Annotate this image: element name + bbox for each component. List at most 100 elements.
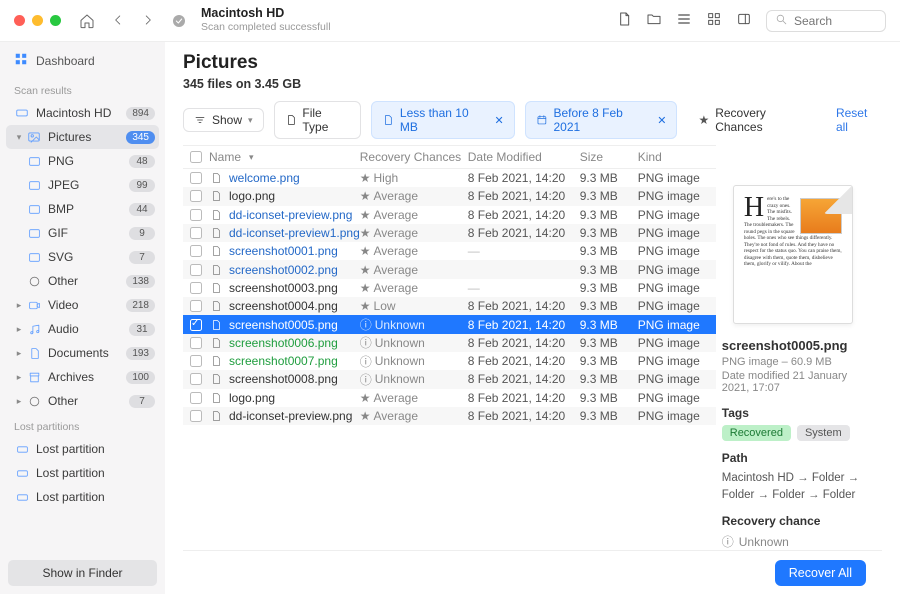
- menu-lines-icon: [194, 114, 206, 126]
- other-icon: [26, 273, 42, 289]
- table-row[interactable]: screenshot0001.png★Average—9.3 MBPNG ima…: [183, 242, 716, 260]
- row-checkbox[interactable]: [190, 190, 202, 202]
- row-checkbox[interactable]: [190, 319, 202, 331]
- sidebar-item-audio[interactable]: ▸Audio31: [0, 317, 165, 341]
- star-icon: ★: [360, 244, 371, 258]
- filter-date-chip[interactable]: Before 8 Feb 2021 ✕: [525, 101, 678, 139]
- sidebar-item-video[interactable]: ▸Video218: [0, 293, 165, 317]
- table-row[interactable]: screenshot0005.pngⓘUnknown8 Feb 2021, 14…: [183, 315, 716, 333]
- sidebar-item-other2[interactable]: ▸Other7: [0, 389, 165, 413]
- panel-toggle-icon[interactable]: [736, 11, 752, 30]
- show-dropdown[interactable]: Show ▾: [183, 108, 264, 132]
- row-checkbox[interactable]: [190, 410, 202, 422]
- recovery-chance: ★Average: [360, 391, 468, 405]
- table-row[interactable]: screenshot0006.pngⓘUnknown8 Feb 2021, 14…: [183, 334, 716, 352]
- file-icon: [209, 263, 223, 277]
- table-row[interactable]: screenshot0004.png★Low8 Feb 2021, 14:209…: [183, 297, 716, 315]
- date-modified: 8 Feb 2021, 14:20: [468, 299, 580, 313]
- home-icon[interactable]: [79, 13, 95, 29]
- row-checkbox[interactable]: [190, 172, 202, 184]
- close-window-icon[interactable]: [14, 15, 25, 26]
- col-kind[interactable]: Kind: [638, 150, 716, 164]
- row-checkbox[interactable]: [190, 227, 202, 239]
- back-icon[interactable]: [111, 13, 125, 29]
- star-icon: ★: [360, 281, 371, 295]
- row-checkbox[interactable]: [190, 282, 202, 294]
- sidebar-item-jpeg[interactable]: JPEG99: [0, 173, 165, 197]
- video-icon: [26, 297, 42, 313]
- file-icon: [209, 354, 223, 368]
- remove-filter-icon[interactable]: ✕: [494, 114, 503, 127]
- table-row[interactable]: dd-iconset-preview.png★Average8 Feb 2021…: [183, 407, 716, 425]
- sidebar-item-gif[interactable]: GIF9: [0, 221, 165, 245]
- sidebar-lost-2[interactable]: Lost partition: [0, 461, 165, 485]
- tag-recovered: Recovered: [722, 425, 791, 441]
- select-all-checkbox[interactable]: [190, 151, 202, 163]
- list-view-icon[interactable]: [676, 11, 692, 30]
- minimize-window-icon[interactable]: [32, 15, 43, 26]
- search-input[interactable]: [794, 14, 877, 28]
- table-row[interactable]: welcome.png★High8 Feb 2021, 14:209.3 MBP…: [183, 169, 716, 187]
- file-size: 9.3 MB: [580, 299, 638, 313]
- filter-size-chip[interactable]: Less than 10 MB ✕: [371, 101, 515, 139]
- col-size[interactable]: Size: [580, 150, 638, 164]
- chevron-right-icon[interactable]: ▸: [14, 324, 24, 335]
- table-row[interactable]: screenshot0003.png★Average—9.3 MBPNG ima…: [183, 279, 716, 297]
- dashboard-link[interactable]: Dashboard: [0, 50, 165, 77]
- row-checkbox[interactable]: [190, 264, 202, 276]
- table-row[interactable]: dd-iconset-preview1.png★Average8 Feb 202…: [183, 224, 716, 242]
- sidebar-item-other[interactable]: Other138: [0, 269, 165, 293]
- sidebar-item-bmp[interactable]: BMP44: [0, 197, 165, 221]
- reset-all-link[interactable]: Reset all: [836, 106, 882, 134]
- col-recovery[interactable]: Recovery Chances: [360, 150, 468, 164]
- table-row[interactable]: logo.png★Average8 Feb 2021, 14:209.3 MBP…: [183, 389, 716, 407]
- row-checkbox[interactable]: [190, 337, 202, 349]
- table-row[interactable]: screenshot0002.png★Average9.3 MBPNG imag…: [183, 260, 716, 278]
- chevron-right-icon[interactable]: ▸: [14, 372, 24, 383]
- file-kind: PNG image: [638, 226, 716, 240]
- filter-recovery-chances[interactable]: ★ Recovery Chances: [687, 101, 826, 139]
- folder-icon[interactable]: [646, 11, 662, 30]
- sidebar-item-svg[interactable]: SVG7: [0, 245, 165, 269]
- table-row[interactable]: screenshot0007.pngⓘUnknown8 Feb 2021, 14…: [183, 352, 716, 370]
- sidebar-lost-3[interactable]: Lost partition: [0, 485, 165, 509]
- window-controls[interactable]: [14, 15, 61, 26]
- row-checkbox[interactable]: [190, 392, 202, 404]
- forward-icon[interactable]: [141, 13, 155, 29]
- sidebar-item-archives[interactable]: ▸Archives100: [0, 365, 165, 389]
- col-name[interactable]: Name▾: [209, 150, 360, 164]
- recover-all-button[interactable]: Recover All: [775, 560, 866, 586]
- date-modified: 8 Feb 2021, 14:20: [468, 318, 580, 332]
- sidebar-item-documents[interactable]: ▸Documents193: [0, 341, 165, 365]
- table-row[interactable]: logo.png★Average8 Feb 2021, 14:209.3 MBP…: [183, 187, 716, 205]
- col-date[interactable]: Date Modified: [468, 150, 580, 164]
- chevron-right-icon[interactable]: ▸: [14, 300, 24, 311]
- chevron-right-icon[interactable]: ▸: [14, 396, 24, 407]
- maximize-window-icon[interactable]: [50, 15, 61, 26]
- sidebar-item-png[interactable]: PNG48: [0, 149, 165, 173]
- chevron-down-icon[interactable]: ▾: [14, 132, 24, 143]
- row-checkbox[interactable]: [190, 355, 202, 367]
- filter-filetype[interactable]: File Type: [274, 101, 362, 139]
- header-disk-name: Macintosh HD: [201, 7, 331, 21]
- scan-complete-icon: [171, 13, 187, 29]
- row-checkbox[interactable]: [190, 245, 202, 257]
- row-checkbox[interactable]: [190, 209, 202, 221]
- table-row[interactable]: screenshot0008.pngⓘUnknown8 Feb 2021, 14…: [183, 370, 716, 388]
- file-size: 9.3 MB: [580, 391, 638, 405]
- file-kind: PNG image: [638, 208, 716, 222]
- sidebar-item-disk[interactable]: Macintosh HD 894: [0, 101, 165, 125]
- row-checkbox[interactable]: [190, 373, 202, 385]
- remove-filter-icon[interactable]: ✕: [657, 114, 666, 127]
- disk-icon: [14, 441, 30, 457]
- sidebar-lost-1[interactable]: Lost partition: [0, 437, 165, 461]
- table-row[interactable]: dd-iconset-preview.png★Average8 Feb 2021…: [183, 206, 716, 224]
- search-field[interactable]: [766, 10, 886, 32]
- show-in-finder-button[interactable]: Show in Finder: [8, 560, 157, 586]
- sidebar-item-pictures[interactable]: ▾ Pictures 345: [6, 125, 159, 149]
- file-size: 9.3 MB: [580, 189, 638, 203]
- chevron-right-icon[interactable]: ▸: [14, 348, 24, 359]
- new-file-icon[interactable]: [616, 11, 632, 30]
- row-checkbox[interactable]: [190, 300, 202, 312]
- grid-view-icon[interactable]: [706, 11, 722, 30]
